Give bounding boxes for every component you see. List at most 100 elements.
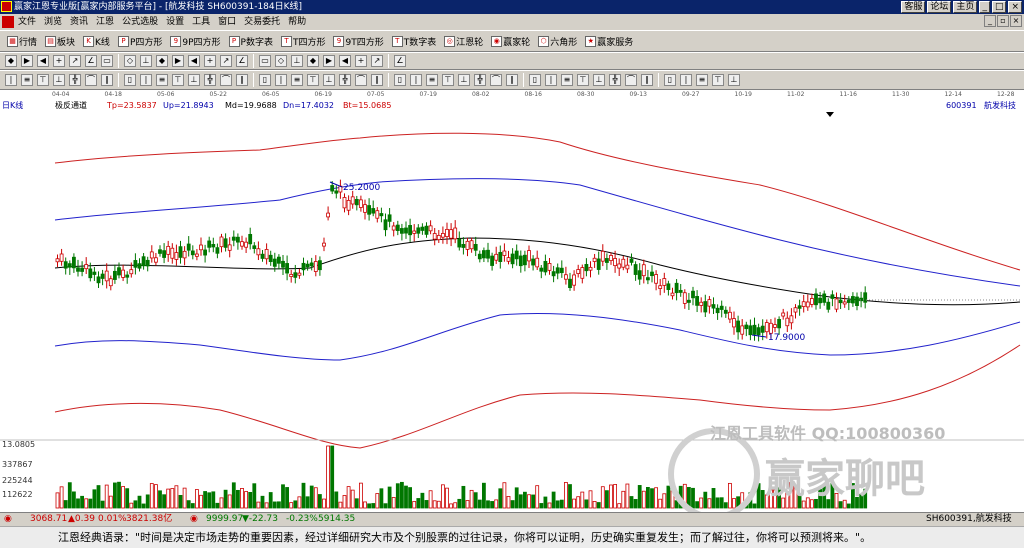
tool-icon[interactable]: ∥ — [236, 74, 248, 86]
tool-icon[interactable]: + — [204, 55, 216, 67]
tool-icon[interactable]: ⌒ — [85, 74, 97, 86]
tool-icon[interactable]: ▯ — [664, 74, 676, 86]
menu-tools[interactable]: 工具 — [188, 14, 214, 30]
tool-icon[interactable]: ≡ — [21, 74, 33, 86]
tool-icon[interactable]: ⊥ — [458, 74, 470, 86]
maximize-icon[interactable]: □ — [991, 1, 1007, 13]
tool-icon[interactable]: ▶ — [21, 55, 33, 67]
menu-browse[interactable]: 浏览 — [40, 14, 66, 30]
tool-icon[interactable]: ⌒ — [220, 74, 232, 86]
toolbar-9t-square[interactable]: 9 9T四方形 — [330, 35, 386, 48]
toolbar-gann-wheel[interactable]: ◎ 江恩轮 — [441, 35, 486, 48]
tool-icon[interactable]: ⊥ — [53, 74, 65, 86]
tool-icon[interactable]: ⊥ — [140, 55, 152, 67]
tool-icon[interactable]: ⊤ — [577, 74, 589, 86]
tool-icon[interactable]: ⊥ — [188, 74, 200, 86]
tool-icon[interactable]: + — [53, 55, 65, 67]
menu-app-icon[interactable] — [2, 16, 14, 28]
tool-icon[interactable]: ⊤ — [172, 74, 184, 86]
tool-icon[interactable]: ◀ — [37, 55, 49, 67]
tool-icon[interactable]: ╬ — [474, 74, 486, 86]
index-icon[interactable]: ◉ — [4, 513, 12, 526]
tool-icon[interactable]: ▭ — [259, 55, 271, 67]
menu-file[interactable]: 文件 — [14, 14, 40, 30]
tool-icon[interactable]: ⊥ — [323, 74, 335, 86]
tool-icon[interactable]: ◀ — [188, 55, 200, 67]
menu-settings[interactable]: 设置 — [162, 14, 188, 30]
tool-icon[interactable]: ≡ — [291, 74, 303, 86]
minimize-icon[interactable]: _ — [979, 1, 990, 13]
tool-icon[interactable]: | — [275, 74, 287, 86]
tool-icon[interactable]: ⊤ — [712, 74, 724, 86]
tool-icon[interactable]: ⊥ — [728, 74, 740, 86]
tool-icon[interactable]: ◆ — [156, 55, 168, 67]
toolbar-service[interactable]: ★ 赢家服务 — [582, 35, 636, 48]
tool-icon[interactable]: ↗ — [371, 55, 383, 67]
menu-window[interactable]: 窗口 — [214, 14, 240, 30]
tool-icon[interactable]: | — [410, 74, 422, 86]
tool-icon[interactable]: ∥ — [641, 74, 653, 86]
close-icon[interactable]: × — [1008, 1, 1022, 13]
toolbar-p-square[interactable]: P P四方形 — [115, 35, 165, 48]
toolbar-t-square[interactable]: T T四方形 — [278, 35, 329, 48]
tool-icon[interactable]: ▯ — [394, 74, 406, 86]
tool-icon[interactable]: ⊤ — [442, 74, 454, 86]
service-button[interactable]: 客服 — [901, 1, 926, 13]
tool-icon[interactable]: ∥ — [506, 74, 518, 86]
tool-icon[interactable]: ∥ — [101, 74, 113, 86]
menu-gann[interactable]: 江恩 — [92, 14, 118, 30]
tool-icon[interactable]: ◆ — [5, 55, 17, 67]
menu-help[interactable]: 帮助 — [284, 14, 310, 30]
child-minimize-icon[interactable]: _ — [984, 15, 996, 27]
tool-icon[interactable]: ╬ — [204, 74, 216, 86]
toolbar-9p-square[interactable]: 9 9P四方形 — [167, 35, 223, 48]
tool-icon[interactable]: ≡ — [696, 74, 708, 86]
tool-icon[interactable]: ▭ — [101, 55, 113, 67]
tool-icon[interactable]: ◀ — [339, 55, 351, 67]
toolbar-p-table[interactable]: P P数字表 — [226, 35, 276, 48]
home-button[interactable]: 主页 — [953, 1, 978, 13]
tool-icon[interactable]: | — [5, 74, 17, 86]
toolbar-sectors[interactable]: ▤ 板块 — [42, 35, 78, 48]
tool-icon[interactable]: ▯ — [259, 74, 271, 86]
tool-icon[interactable]: ▶ — [172, 55, 184, 67]
tool-icon[interactable]: ⌒ — [625, 74, 637, 86]
tool-icon[interactable]: ▯ — [529, 74, 541, 86]
tool-icon[interactable]: ▯ — [124, 74, 136, 86]
tool-icon[interactable]: ╬ — [339, 74, 351, 86]
tool-icon[interactable]: + — [355, 55, 367, 67]
toolbar-t-table[interactable]: T T数字表 — [389, 35, 440, 48]
tool-icon[interactable]: ◇ — [124, 55, 136, 67]
tool-icon[interactable]: ↗ — [220, 55, 232, 67]
tool-icon[interactable]: ⌒ — [355, 74, 367, 86]
tool-icon[interactable]: ∠ — [85, 55, 97, 67]
tool-icon[interactable]: ◇ — [275, 55, 287, 67]
tool-icon[interactable]: ◆ — [307, 55, 319, 67]
toolbar-kline[interactable]: K K线 — [80, 35, 113, 48]
tool-icon[interactable]: ╬ — [609, 74, 621, 86]
toolbar-win-wheel[interactable]: ◉ 赢家轮 — [488, 35, 533, 48]
menu-news[interactable]: 资讯 — [66, 14, 92, 30]
tool-icon[interactable]: ≡ — [156, 74, 168, 86]
tool-icon[interactable]: | — [140, 74, 152, 86]
tool-icon[interactable]: ⊥ — [291, 55, 303, 67]
tool-icon[interactable]: ╬ — [69, 74, 81, 86]
tool-icon[interactable]: | — [680, 74, 692, 86]
menu-trade[interactable]: 交易委托 — [240, 14, 284, 30]
tool-icon[interactable]: ≡ — [561, 74, 573, 86]
tool-icon[interactable]: ⊤ — [307, 74, 319, 86]
index2-icon[interactable]: ◉ — [190, 513, 198, 526]
tool-icon[interactable]: ▶ — [323, 55, 335, 67]
menu-formula[interactable]: 公式选股 — [118, 14, 162, 30]
tool-icon[interactable]: ⌒ — [490, 74, 502, 86]
tool-icon[interactable]: ∥ — [371, 74, 383, 86]
toolbar-quotes[interactable]: ▦ 行情 — [4, 35, 40, 48]
tool-icon[interactable]: | — [545, 74, 557, 86]
tool-icon[interactable]: ⊤ — [37, 74, 49, 86]
tool-icon[interactable]: ⊥ — [593, 74, 605, 86]
toolbar-hexagon[interactable]: ⬡ 六角形 — [535, 35, 580, 48]
child-close-icon[interactable]: × — [1010, 15, 1022, 27]
tool-icon[interactable]: ≡ — [426, 74, 438, 86]
child-restore-icon[interactable]: ▫ — [997, 15, 1009, 27]
tool-icon[interactable]: ∠ — [236, 55, 248, 67]
